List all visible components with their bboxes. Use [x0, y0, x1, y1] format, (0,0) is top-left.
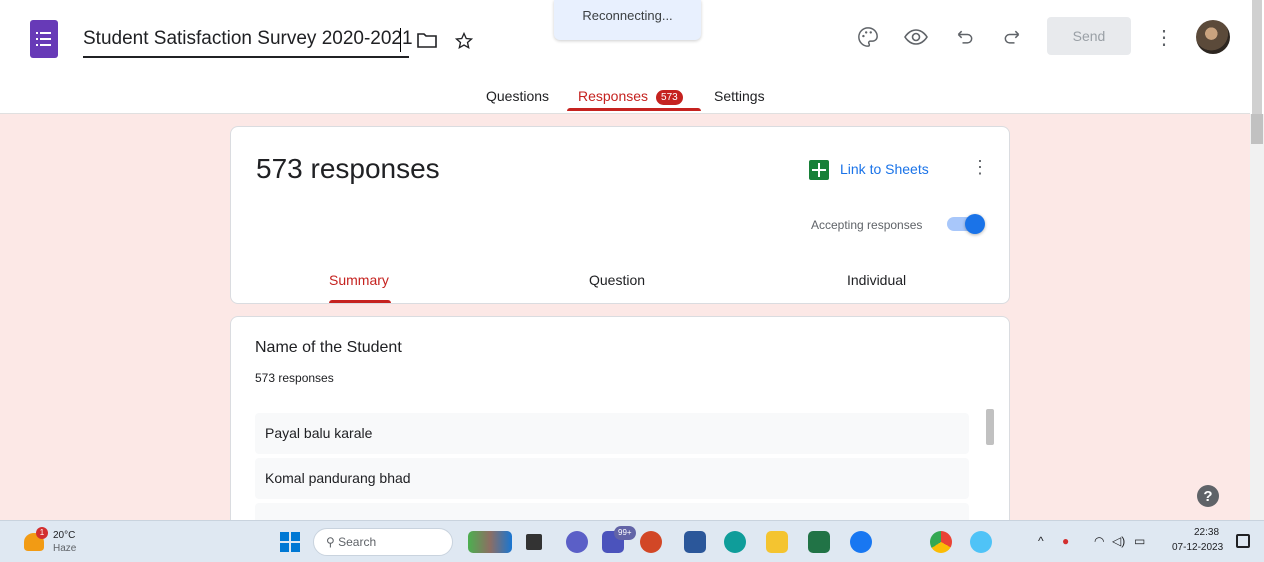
redo-icon[interactable] [1001, 26, 1023, 48]
link-to-sheets-button[interactable]: Link to Sheets [840, 161, 929, 177]
form-title-input[interactable]: Student Satisfaction Survey 2020-2021 [83, 28, 413, 58]
send-button[interactable]: Send [1047, 17, 1131, 55]
widget-app-icon[interactable] [468, 531, 512, 553]
edge-icon[interactable] [724, 531, 746, 553]
weather-badge: 1 [36, 527, 48, 539]
list-item: Komal pandurang bhad [255, 458, 969, 499]
active-subtab-indicator [329, 300, 391, 303]
teams-badge: 99+ [614, 526, 636, 540]
responses-summary-card: 573 responses Link to Sheets ⋮ Accepting… [230, 126, 1010, 304]
more-options-icon[interactable]: ⋮ [971, 157, 989, 178]
tab-responses[interactable]: Responses 573 [578, 88, 683, 105]
tab-questions[interactable]: Questions [486, 88, 549, 104]
more-vert-icon[interactable]: ⋮ [1154, 25, 1174, 49]
search-icon: ⚲ [326, 535, 339, 549]
windows-start-icon[interactable] [280, 532, 300, 552]
header-scrollbar [1250, 0, 1264, 114]
taskbar-search[interactable]: ⚲ Search [313, 528, 453, 556]
avatar[interactable] [1196, 20, 1230, 54]
subtab-individual[interactable]: Individual [847, 272, 906, 288]
task-view-icon[interactable] [526, 534, 542, 550]
eye-icon[interactable] [904, 25, 928, 49]
battery-icon[interactable]: ▭ [1134, 534, 1145, 548]
accepting-responses-label: Accepting responses [811, 218, 923, 232]
response-list: Payal balu karale Komal pandurang bhad [255, 413, 969, 520]
notification-icon[interactable] [1236, 534, 1250, 548]
taskbar-search-label: Search [338, 535, 377, 549]
app-header: Student Satisfaction Survey 2020-2021 Re… [0, 0, 1250, 114]
responses-count-title: 573 responses [256, 153, 440, 184]
question-card: Name of the Student 573 responses Payal … [230, 316, 1010, 520]
list-item-partial [255, 503, 969, 520]
clock-date[interactable]: 07-12-2023 [1172, 542, 1223, 553]
forms-logo-icon[interactable] [30, 20, 58, 58]
powerpoint-icon[interactable] [640, 531, 662, 553]
chrome-icon[interactable] [930, 531, 952, 553]
active-tab-indicator [567, 108, 701, 111]
page-scrollbar[interactable] [1250, 114, 1264, 520]
help-icon[interactable]: ? [1197, 485, 1219, 507]
tray-chevron-icon[interactable]: ^ [1038, 534, 1044, 548]
excel-icon[interactable] [808, 531, 830, 553]
reconnecting-toast: Reconnecting... [554, 0, 701, 40]
sheets-icon[interactable] [809, 160, 829, 180]
weather-temp[interactable]: 20°C [53, 530, 75, 541]
undo-icon[interactable] [954, 26, 976, 48]
tab-responses-label: Responses [578, 88, 649, 104]
subtab-question[interactable]: Question [589, 272, 645, 288]
star-icon[interactable] [453, 30, 475, 52]
facebook-icon[interactable] [850, 531, 872, 553]
response-list-scrollbar[interactable] [986, 409, 994, 445]
windows-taskbar: 1 20°C Haze ⚲ Search 99+ ^ ● ◠ ◁) ▭ 22:3… [0, 520, 1264, 562]
chat-app-icon[interactable] [566, 531, 588, 553]
wifi-icon[interactable]: ◠ [1094, 534, 1104, 548]
palette-icon[interactable] [856, 25, 880, 49]
network-status-icon[interactable]: ● [1062, 534, 1069, 548]
volume-icon[interactable]: ◁) [1112, 534, 1125, 548]
folder-icon[interactable] [416, 31, 438, 49]
tab-settings[interactable]: Settings [714, 88, 765, 104]
list-item: Payal balu karale [255, 413, 969, 454]
question-response-count: 573 responses [255, 371, 334, 385]
responses-content: 573 responses Link to Sheets ⋮ Accepting… [0, 114, 1250, 520]
text-cursor [400, 28, 401, 52]
app-icon[interactable] [970, 531, 992, 553]
responses-count-badge: 573 [656, 90, 683, 105]
accepting-responses-toggle[interactable] [947, 214, 985, 234]
subtab-summary[interactable]: Summary [329, 272, 389, 288]
weather-desc[interactable]: Haze [53, 543, 76, 554]
word-icon[interactable] [684, 531, 706, 553]
question-title: Name of the Student [255, 339, 402, 356]
file-explorer-icon[interactable] [766, 531, 788, 553]
clock-time[interactable]: 22:38 [1194, 527, 1219, 538]
